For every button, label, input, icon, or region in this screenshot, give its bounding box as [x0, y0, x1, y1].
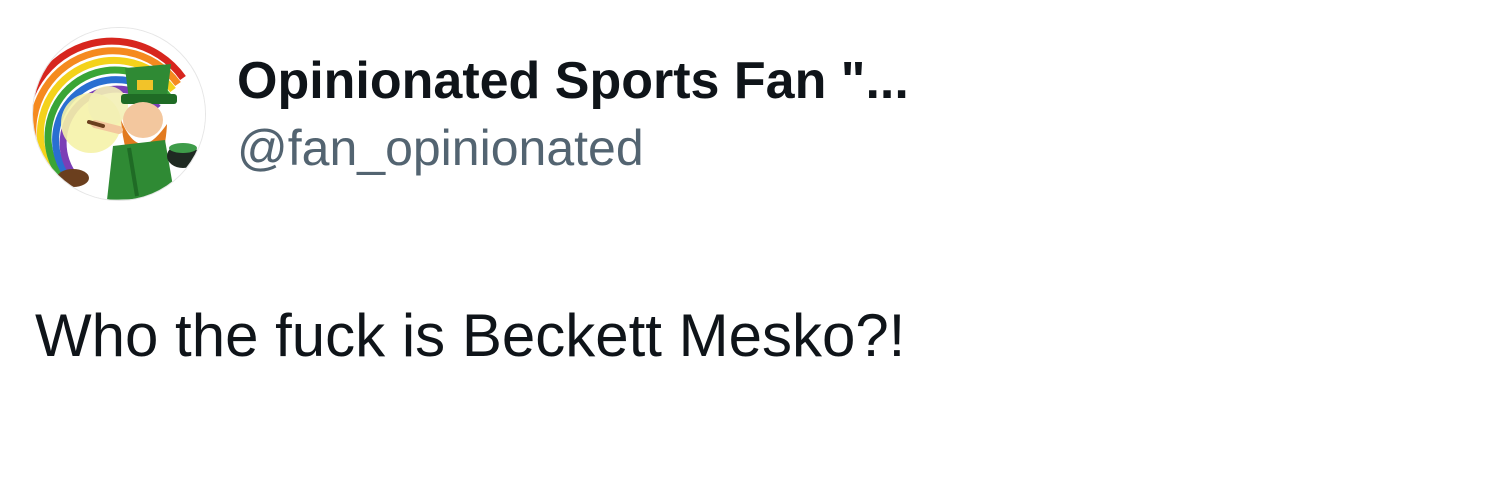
author-handle[interactable]: @fan_opinionated: [237, 117, 909, 179]
tweet-header: Opinionated Sports Fan "... @fan_opinion…: [33, 28, 909, 200]
avatar[interactable]: [33, 28, 205, 200]
leprechaun-avatar-icon: [33, 28, 205, 200]
author-display-name[interactable]: Opinionated Sports Fan "...: [237, 49, 909, 113]
author-identity: Opinionated Sports Fan "... @fan_opinion…: [237, 49, 909, 179]
tweet-text: Who the fuck is Beckett Mesko?!: [35, 302, 906, 369]
